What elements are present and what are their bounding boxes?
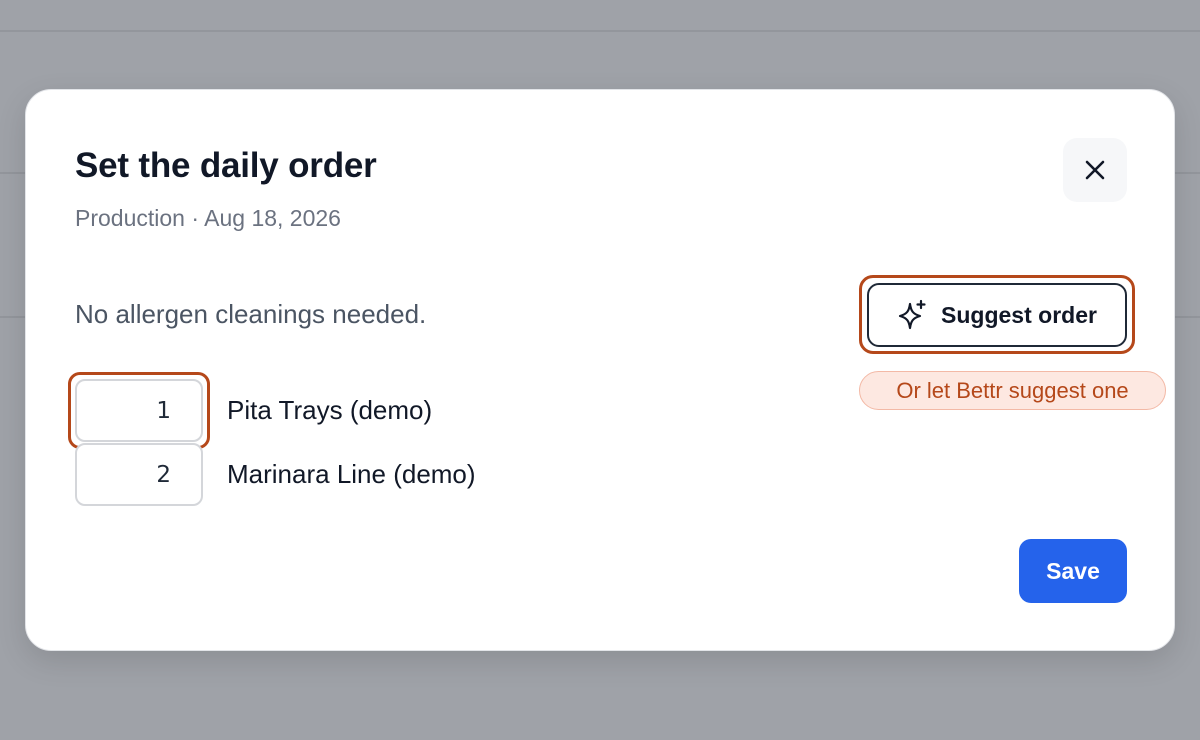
sparkles-icon: [898, 299, 926, 330]
save-button[interactable]: Save: [1019, 539, 1127, 603]
background-divider: [0, 30, 1200, 32]
daily-order-dialog: Set the daily order Production · Aug 18,…: [25, 89, 1175, 651]
allergen-status-text: No allergen cleanings needed.: [75, 299, 427, 329]
order-input-marinara-line[interactable]: [75, 443, 203, 506]
dialog-title: Set the daily order: [75, 146, 377, 185]
suggest-order-label: Suggest order: [941, 301, 1097, 328]
suggest-hint-badge: Or let Bettr suggest one: [859, 371, 1166, 410]
dialog-subtitle: Production · Aug 18, 2026: [75, 205, 341, 231]
suggest-order-button[interactable]: Suggest order: [867, 283, 1127, 347]
order-input-pita-trays[interactable]: [75, 379, 203, 442]
close-icon: [1085, 160, 1105, 180]
close-button[interactable]: [1063, 138, 1127, 202]
item-label-marinara-line: Marinara Line (demo): [227, 459, 476, 489]
item-label-pita-trays: Pita Trays (demo): [227, 395, 433, 425]
